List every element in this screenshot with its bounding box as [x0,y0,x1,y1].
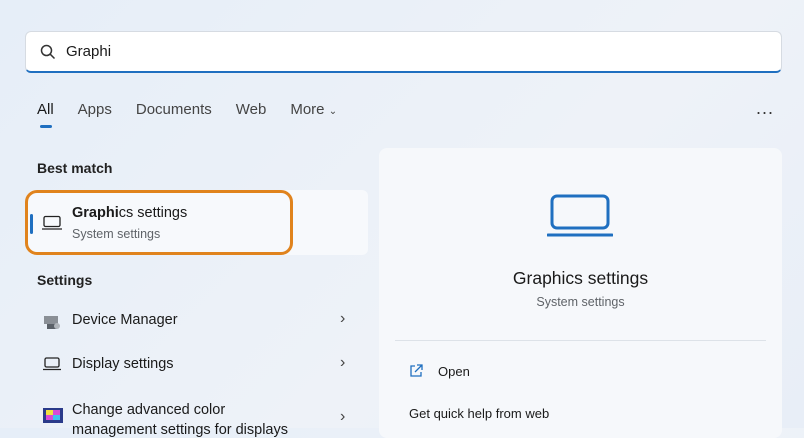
chevron-right-icon: › [340,354,346,371]
search-box[interactable] [25,31,782,73]
tab-more[interactable]: More ⌄ [290,101,337,118]
preview-title: Graphics settings [512,268,649,288]
divider [395,340,766,341]
filter-tabs: All Apps Documents Web More ⌄ [37,101,337,128]
preview-pane: Graphics settings System settings Open G… [379,148,782,438]
list-item-label-line2: management settings for displays [72,422,288,438]
search-icon [40,44,56,59]
list-item-label: Change advanced color [72,402,226,418]
tab-web[interactable]: Web [236,101,267,118]
chevron-right-icon: › [340,310,346,327]
search-input[interactable] [66,43,666,60]
tab-all[interactable]: All [37,101,54,128]
tab-documents[interactable]: Documents [136,101,212,118]
quick-help-heading: Get quick help from web [409,406,550,421]
open-label: Open [438,364,470,379]
color-monitor-icon [43,408,63,423]
more-options-button[interactable]: ... [756,98,774,119]
highlight-outline [25,190,293,255]
best-match-heading: Best match [37,160,113,176]
list-item-advanced-color[interactable]: Change advanced color management setting… [28,388,368,438]
list-item-display-settings[interactable]: Display settings › [28,344,368,388]
laptop-icon [43,357,61,371]
chevron-down-icon: ⌄ [328,106,338,117]
chevron-right-icon: › [340,408,346,425]
open-action[interactable]: Open [395,358,766,386]
open-external-icon [410,364,423,377]
tab-apps[interactable]: Apps [78,101,112,118]
device-manager-icon [44,316,60,329]
tab-more-label: More [290,101,325,118]
list-item-label: Device Manager [72,312,178,328]
laptop-icon-large [547,194,613,237]
preview-subtitle: System settings [536,295,625,309]
settings-heading: Settings [37,272,93,288]
list-item-label: Display settings [72,356,174,372]
list-item-device-manager[interactable]: Device Manager › [28,300,368,344]
